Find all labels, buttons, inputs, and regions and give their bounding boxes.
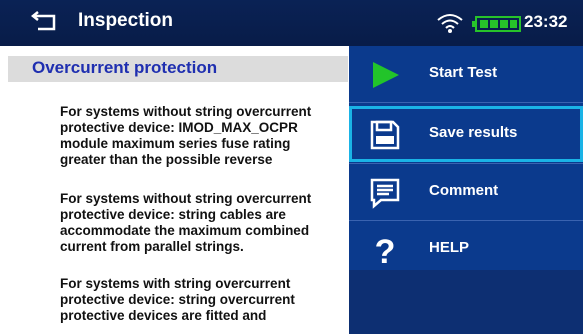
comment-icon: [370, 178, 400, 209]
paragraph-line: For systems without string overcurrent: [60, 104, 312, 119]
top-bar: Inspection 23:32: [0, 0, 583, 46]
menu-divider: [349, 102, 583, 103]
paragraph-line: For systems without string overcurrent: [60, 191, 312, 206]
paragraph-line: module maximum series fuse rating: [60, 136, 291, 151]
paragraph-line: current from parallel strings.: [60, 239, 244, 254]
paragraph-line: For systems with string overcurrent: [60, 276, 291, 291]
battery-icon: [472, 16, 521, 32]
play-icon: [373, 62, 399, 88]
paragraph-line: greater than the possible reverse: [60, 152, 273, 167]
menu-item-label: HELP: [429, 239, 470, 256]
clock: 23:32: [524, 12, 568, 31]
menu-empty-area: [349, 270, 583, 334]
options-menu: Start Test Save results Comment ? HELP: [349, 46, 583, 334]
menu-item-help[interactable]: ? HELP: [349, 221, 583, 277]
menu-item-label: Start Test: [429, 64, 498, 81]
wifi-icon: [437, 14, 463, 33]
section-heading: Overcurrent protection: [8, 56, 348, 82]
paragraph-line: accommodate the maximum combined: [60, 223, 310, 238]
paragraph-2: For systems without string overcurrent p…: [60, 191, 360, 255]
paragraph-line: protective device: string overcurrent: [60, 292, 295, 307]
paragraph-1: For systems without string overcurrent p…: [60, 104, 360, 168]
menu-item-label: Save results: [429, 124, 518, 141]
paragraph-line: protective device: IMOD_MAX_OCPR: [60, 120, 298, 135]
back-icon[interactable]: [30, 8, 62, 34]
section-heading-text: Overcurrent protection: [32, 58, 218, 77]
paragraph-line: protective device: string cables are: [60, 207, 286, 222]
menu-item-save-results[interactable]: Save results: [349, 106, 583, 162]
menu-item-comment[interactable]: Comment: [349, 164, 583, 220]
svg-text:?: ?: [375, 234, 396, 266]
paragraph-line: protective devices are fitted and: [60, 308, 267, 323]
page-title: Inspection: [78, 10, 174, 31]
menu-item-start-test[interactable]: Start Test: [349, 46, 583, 102]
paragraph-3: For systems with string overcurrent prot…: [60, 276, 360, 324]
save-icon: [370, 120, 400, 150]
help-icon: ?: [375, 234, 396, 266]
menu-item-label: Comment: [429, 182, 499, 199]
